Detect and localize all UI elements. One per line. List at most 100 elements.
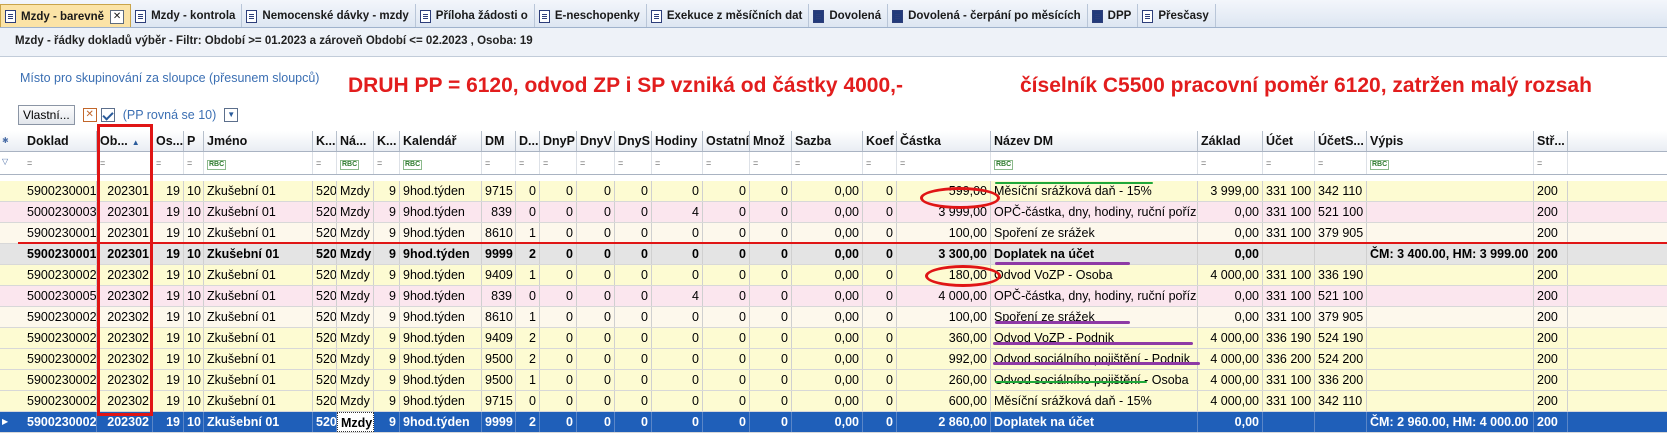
table-cell[interactable]: 0	[615, 307, 652, 327]
table-cell[interactable]	[1315, 412, 1367, 432]
table-row[interactable]: 5900230002 202302 19 10 Zkušební 01 520 Mzdy 9 9…	[0, 307, 1667, 328]
table-cell[interactable]: 9	[374, 286, 400, 306]
table-cell[interactable]: 524 190	[1315, 328, 1367, 348]
table-cell[interactable]: 520	[313, 307, 337, 327]
table-cell[interactable]: 379 905	[1315, 223, 1367, 243]
table-cell[interactable]: 992,00	[897, 349, 991, 369]
table-cell[interactable]: 1	[516, 307, 540, 327]
column-filter-cell[interactable]: =	[516, 152, 540, 174]
table-cell[interactable]: 0	[703, 244, 750, 264]
column-filter-cell[interactable]: =	[313, 152, 337, 174]
table-cell[interactable]: ČM: 3 400.00, HM: 3 999.00	[1367, 244, 1534, 264]
table-cell[interactable]: 0	[750, 244, 792, 264]
table-cell[interactable]: 202301	[97, 202, 153, 222]
table-cell[interactable]: 600,00	[897, 391, 991, 411]
table-cell[interactable]: 200	[1534, 391, 1568, 411]
table-cell[interactable]: 9409	[482, 328, 516, 348]
table-cell[interactable]: 0	[652, 307, 703, 327]
table-cell[interactable]: 5900230002	[24, 412, 97, 432]
tab-2[interactable]: Nemocenské dávky - mzdy	[242, 4, 416, 27]
table-cell[interactable]: 4 000,00	[1198, 265, 1263, 285]
table-cell[interactable]: 0	[652, 181, 703, 201]
table-cell[interactable]: 0	[863, 370, 897, 390]
table-cell[interactable]: 9hod.týden	[400, 244, 482, 264]
table-cell[interactable]: 520	[313, 391, 337, 411]
table-cell[interactable]: 9	[374, 202, 400, 222]
table-cell[interactable]: 9999	[482, 244, 516, 264]
table-cell[interactable]: 521 100	[1315, 286, 1367, 306]
table-cell[interactable]: 9hod.týden	[400, 202, 482, 222]
table-cell[interactable]: 5900230001	[24, 244, 97, 264]
table-cell[interactable]: 5900230002	[24, 328, 97, 348]
table-cell[interactable]: 200	[1534, 370, 1568, 390]
table-cell[interactable]: 520	[313, 223, 337, 243]
column-header[interactable]: Koef	[863, 131, 897, 151]
table-cell[interactable]: 200	[1534, 412, 1568, 432]
table-cell[interactable]: 0	[540, 181, 577, 201]
column-header[interactable]: Hodiny	[652, 131, 703, 151]
column-filter-cell[interactable]: =	[374, 152, 400, 174]
table-cell[interactable]: 0	[577, 223, 615, 243]
table-cell[interactable]: 200	[1534, 286, 1568, 306]
table-cell[interactable]: 331 100	[1263, 223, 1315, 243]
table-cell[interactable]: 0	[703, 412, 750, 432]
column-header[interactable]: Doklad	[24, 131, 97, 151]
column-header[interactable]: Os...	[153, 131, 184, 151]
table-cell[interactable]: 0	[577, 412, 615, 432]
table-cell[interactable]: 0,00	[792, 181, 863, 201]
column-filter-cell[interactable]: =	[652, 152, 703, 174]
table-cell[interactable]: Mzdy	[337, 265, 374, 285]
table-cell[interactable]: 0,00	[792, 307, 863, 327]
table-cell[interactable]: 9	[374, 223, 400, 243]
table-row[interactable]: 5900230001 202301 19 10 Zkušební 01 520 Mzdy 9 9…	[0, 181, 1667, 202]
column-header[interactable]: DnyP	[540, 131, 577, 151]
table-cell[interactable]: 0,00	[792, 349, 863, 369]
table-cell[interactable]: 5900230002	[24, 307, 97, 327]
table-cell[interactable]	[1367, 223, 1534, 243]
table-cell[interactable]: 9hod.týden	[400, 181, 482, 201]
table-cell[interactable]: Zkušební 01	[204, 412, 313, 432]
header-settings-icon[interactable]: ✱	[2, 131, 12, 151]
table-cell[interactable]: 10	[184, 265, 204, 285]
table-cell[interactable]: 200	[1534, 328, 1568, 348]
table-cell[interactable]: Zkušební 01	[204, 181, 313, 201]
column-header[interactable]: K...	[374, 131, 400, 151]
column-filter-cell[interactable]: RBC	[1367, 152, 1534, 174]
table-cell[interactable]: 0	[750, 307, 792, 327]
column-filter-cell[interactable]: =	[24, 152, 97, 174]
table-cell[interactable]: 202301	[97, 181, 153, 201]
table-row[interactable]: 5000230003 202301 19 10 Zkušební 01 520 Mzdy 9 9…	[0, 202, 1667, 223]
table-cell[interactable]: 1	[516, 265, 540, 285]
table-cell[interactable]	[1263, 244, 1315, 264]
table-cell[interactable]: 0	[703, 349, 750, 369]
table-cell[interactable]: Odvod sociálního pojištění - Osoba	[991, 370, 1198, 390]
table-cell[interactable]: Mzdy	[337, 349, 374, 369]
table-cell[interactable]: 10	[184, 412, 204, 432]
table-cell[interactable]: 0	[750, 349, 792, 369]
table-cell[interactable]: 0	[863, 286, 897, 306]
table-cell[interactable]: 4 000,00	[1198, 328, 1263, 348]
table-cell[interactable]: 360,00	[897, 328, 991, 348]
table-cell[interactable]: 9	[374, 391, 400, 411]
table-cell[interactable]: 202302	[97, 349, 153, 369]
table-cell[interactable]: 19	[153, 370, 184, 390]
table-cell[interactable]: 0	[750, 202, 792, 222]
table-cell[interactable]: 0	[615, 223, 652, 243]
table-cell[interactable]: 202301	[97, 223, 153, 243]
table-cell[interactable]: 202302	[97, 286, 153, 306]
column-filter-cell[interactable]: RBC	[991, 152, 1198, 174]
table-cell[interactable]: Mzdy	[337, 412, 374, 432]
table-cell[interactable]: 1	[516, 370, 540, 390]
table-cell[interactable]: 0	[540, 265, 577, 285]
table-cell[interactable]: 9	[374, 349, 400, 369]
table-cell[interactable]: Odvod VoZP - Osoba	[991, 265, 1198, 285]
table-cell[interactable]: Mzdy	[337, 202, 374, 222]
tab-3[interactable]: Příloha žádosti o	[416, 4, 535, 27]
table-cell[interactable]: 100,00	[897, 307, 991, 327]
tab-1[interactable]: Mzdy - kontrola	[131, 4, 243, 27]
table-cell[interactable]: 202302	[97, 370, 153, 390]
table-cell[interactable]: Mzdy	[337, 181, 374, 201]
table-cell[interactable]: 0	[615, 370, 652, 390]
column-filter-cell[interactable]: =	[482, 152, 516, 174]
table-cell[interactable]: 0	[863, 181, 897, 201]
